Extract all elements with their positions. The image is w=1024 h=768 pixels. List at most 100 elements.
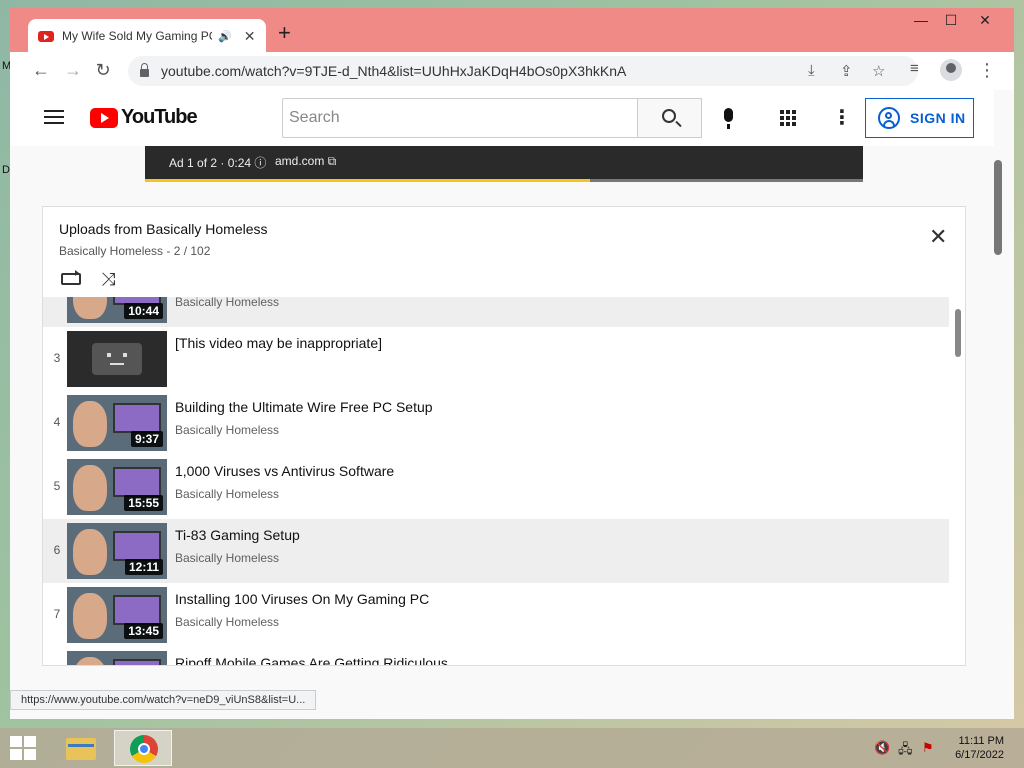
profile-avatar-icon[interactable] <box>940 59 962 81</box>
playlist-item[interactable]: 3 [This video may be inappropriate] <box>43 327 949 391</box>
youtube-play-icon <box>90 107 118 128</box>
video-channel[interactable]: Basically Homeless <box>175 423 279 437</box>
desktop-icon-label[interactable]: D <box>2 164 10 176</box>
video-duration: 9:37 <box>130 431 163 447</box>
playlist-item[interactable]: 4 9:37 Building the Ultimate Wire Free PC … <box>43 391 949 455</box>
action-center-flag-icon[interactable]: ⚑ <box>922 740 934 756</box>
video-ad-bar: Ad 1 of 2 · 0:24 ⓘ amd.com ⧉ <box>145 146 863 182</box>
volume-muted-icon[interactable]: 🔇 <box>874 740 890 756</box>
video-title[interactable]: 1,000 Viruses vs Antivirus Software <box>175 463 394 479</box>
video-duration: 10:44 <box>124 303 163 319</box>
chrome-taskbar-button[interactable] <box>114 730 172 766</box>
ad-progress-fill <box>145 179 591 182</box>
bookmark-star-icon[interactable]: ☆ <box>872 62 885 80</box>
taskbar: 🔇 🖧 ⚑ 11:11 PM 6/17/2022 <box>0 728 1024 768</box>
youtube-page: YouTube Search ⋮ SIGN IN Ad 1 of 2 · 0:2… <box>10 90 1014 719</box>
playlist-item-index: 4 <box>53 415 61 429</box>
clock-date: 6/17/2022 <box>955 749 1004 761</box>
browser-menu-icon[interactable]: ⋮ <box>978 60 996 81</box>
ad-domain-link[interactable]: amd.com ⧉ <box>275 154 336 169</box>
hamburger-menu-icon[interactable] <box>44 110 64 124</box>
install-icon[interactable]: ⤓ <box>808 62 815 79</box>
playlist-title[interactable]: Uploads from Basically Homeless <box>59 221 268 237</box>
system-clock[interactable]: 11:11 PM 6/17/2022 <box>944 734 1004 762</box>
playlist-item-index: 7 <box>53 607 61 621</box>
video-channel[interactable]: Basically Homeless <box>175 615 279 629</box>
video-channel[interactable]: Basically Homeless <box>175 551 279 565</box>
network-icon[interactable]: 🖧 <box>898 740 913 762</box>
close-icon[interactable]: ✕ <box>929 226 947 248</box>
video-title[interactable]: [This video may be inappropriate] <box>175 335 382 351</box>
reading-list-icon[interactable]: ≡ <box>910 60 919 77</box>
youtube-header: YouTube Search ⋮ SIGN IN <box>10 90 994 146</box>
close-window-button[interactable]: ✕ <box>970 12 1000 29</box>
account-circle-icon <box>878 107 900 129</box>
playlist-panel: Uploads from Basically Homeless Basicall… <box>42 206 966 666</box>
playlist-items: ▶10:44Basically Homeless3[This video may… <box>43 297 965 665</box>
forward-button[interactable]: → <box>62 60 84 80</box>
chrome-icon <box>130 735 158 763</box>
status-bar-url: https://www.youtube.com/watch?v=neD9_viU… <box>10 690 317 710</box>
sign-in-label: SIGN IN <box>910 110 966 126</box>
video-thumbnail[interactable]: 12:11 <box>67 523 167 579</box>
sign-in-button[interactable]: SIGN IN <box>865 98 974 138</box>
tab-title: My Wife Sold My Gaming PC <box>62 29 212 43</box>
video-channel[interactable]: Basically Homeless <box>175 297 279 309</box>
video-duration: 13:45 <box>124 623 163 639</box>
more-options-icon[interactable]: ⋮ <box>832 105 852 130</box>
new-tab-button[interactable]: + <box>278 22 291 44</box>
windows-start-icon[interactable] <box>10 736 36 760</box>
minimize-button[interactable]: — <box>906 12 936 28</box>
playlist-item[interactable]: Ripoff Mobile Games Are Getting Ridiculo… <box>43 647 949 665</box>
video-thumbnail[interactable]: 13:45 <box>67 587 167 643</box>
video-thumbnail[interactable]: 15:55 <box>67 459 167 515</box>
tab-strip: My Wife Sold My Gaming PC 🔊 ✕ + — ☐ ✕ <box>10 8 1014 53</box>
info-icon[interactable]: ⓘ <box>254 156 266 170</box>
apps-grid-icon[interactable] <box>780 110 797 127</box>
search-input[interactable]: Search <box>282 98 638 138</box>
unavailable-video-icon <box>92 343 142 375</box>
browser-tab[interactable]: My Wife Sold My Gaming PC 🔊 ✕ <box>28 19 266 53</box>
youtube-logo[interactable]: YouTube <box>90 106 198 129</box>
shuffle-icon[interactable]: ⤨ <box>101 269 115 290</box>
video-duration: 12:11 <box>124 559 163 575</box>
playlist-item[interactable]: 6 12:11 Ti-83 Gaming Setup Basically Homele… <box>43 519 949 583</box>
address-bar[interactable]: youtube.com/watch?v=9TJE-d_Nth4&list=UUh… <box>128 56 918 86</box>
address-url[interactable]: youtube.com/watch?v=9TJE-d_Nth4&list=UUh… <box>161 63 626 79</box>
youtube-logo-text: YouTube <box>121 106 198 128</box>
youtube-favicon-icon <box>38 30 54 42</box>
microphone-icon[interactable] <box>724 108 733 129</box>
playlist-item-index: 5 <box>53 479 61 493</box>
video-title[interactable]: Building the Ultimate Wire Free PC Setup <box>175 399 433 415</box>
playlist-item-index: 3 <box>53 351 61 365</box>
playlist-item[interactable]: 5 15:55 1,000 Viruses vs Antivirus Softwar… <box>43 455 949 519</box>
browser-window: My Wife Sold My Gaming PC 🔊 ✕ + — ☐ ✕ ← … <box>10 8 1014 719</box>
playlist-item[interactable]: 7 13:45 Installing 100 Viruses On My Gamin… <box>43 583 949 647</box>
loop-icon[interactable] <box>61 270 81 285</box>
playlist-scrollbar[interactable] <box>955 309 961 357</box>
back-button[interactable]: ← <box>30 60 52 80</box>
video-thumbnail[interactable] <box>67 651 167 665</box>
video-thumbnail[interactable]: 10:44 <box>67 297 167 323</box>
lock-icon[interactable] <box>140 63 149 77</box>
video-title[interactable]: Ti-83 Gaming Setup <box>175 527 300 543</box>
browser-toolbar: ← → ↻ youtube.com/watch?v=9TJE-d_Nth4&li… <box>10 52 1014 90</box>
file-explorer-icon[interactable] <box>58 730 104 766</box>
video-thumbnail[interactable] <box>67 331 167 387</box>
search-button[interactable] <box>638 98 702 138</box>
playlist-subtitle: Basically Homeless - 2 / 102 <box>59 244 211 258</box>
video-duration: 15:55 <box>124 495 163 511</box>
share-icon[interactable]: ⇪ <box>840 62 853 80</box>
video-title[interactable]: Installing 100 Viruses On My Gaming PC <box>175 591 429 607</box>
search-icon <box>662 109 676 123</box>
tab-close-icon[interactable]: ✕ <box>244 28 256 45</box>
playlist-item[interactable]: ▶10:44Basically Homeless <box>43 297 949 327</box>
speaker-icon[interactable]: 🔊 <box>218 30 232 43</box>
video-title[interactable]: Ripoff Mobile Games Are Getting Ridiculo… <box>175 655 448 665</box>
video-channel[interactable]: Basically Homeless <box>175 487 279 501</box>
reload-button[interactable]: ↻ <box>92 60 114 80</box>
ad-progress-track[interactable] <box>145 179 863 182</box>
maximize-button[interactable]: ☐ <box>936 12 966 29</box>
page-scrollbar[interactable] <box>994 160 1002 255</box>
video-thumbnail[interactable]: 9:37 <box>67 395 167 451</box>
